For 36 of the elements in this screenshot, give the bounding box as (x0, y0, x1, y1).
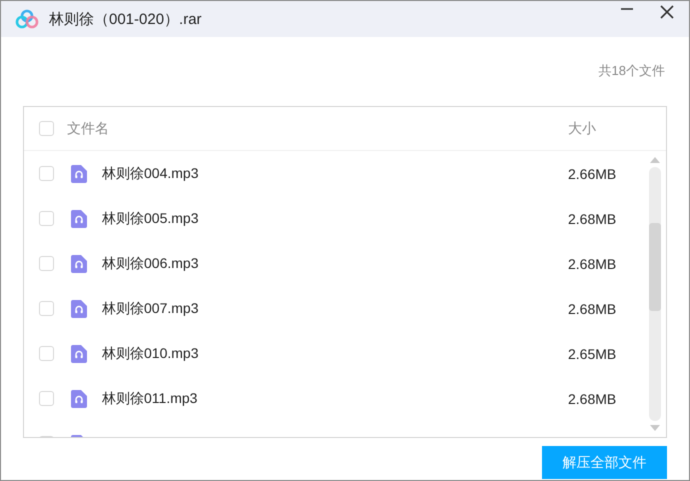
scroll-down-icon[interactable] (650, 425, 660, 431)
column-header: 文件名 (67, 120, 109, 138)
file-count: 共18个文件 (598, 62, 666, 80)
cloud-logo-icon (15, 9, 39, 29)
audio-file-icon (71, 210, 87, 228)
row-checkbox[interactable] (39, 301, 54, 316)
file-name: 林则徐006.mp3 (102, 254, 198, 272)
audio-file-icon (71, 300, 87, 318)
file-name: 林则徐004.mp3 (102, 164, 198, 182)
row-checkbox[interactable] (39, 391, 54, 406)
row-checkbox[interactable] (39, 166, 54, 181)
column-header: 大小 (568, 120, 597, 138)
file-size: 2.68MB (568, 390, 618, 406)
audio-file-icon (71, 254, 87, 272)
scroll-up-icon[interactable] (650, 157, 660, 163)
select-all-checkbox[interactable] (39, 121, 54, 136)
file-size: 2.65MB (568, 346, 618, 362)
audio-file-icon (71, 390, 87, 408)
window-title: 林则徐（001-020）.rar (49, 10, 202, 28)
close-icon (660, 5, 674, 19)
file-size: 2.68MB (568, 210, 618, 226)
audio-file-icon (71, 164, 87, 182)
scrollbar-thumb[interactable] (649, 223, 661, 311)
file-size: 2.66MB (568, 166, 618, 182)
minimize-icon (621, 8, 633, 10)
audio-file-icon (71, 344, 87, 362)
file-name: 林则徐007.mp3 (102, 300, 198, 318)
row-checkbox[interactable] (39, 256, 54, 271)
file-name: 林则徐011.mp3 (102, 390, 198, 408)
file-name: 林则徐005.mp3 (102, 210, 198, 228)
extract-all-button[interactable]: 解压全部文件 (542, 446, 667, 479)
row-checkbox[interactable] (39, 211, 54, 226)
row-checkbox[interactable] (39, 346, 54, 361)
file-name: 林则徐010.mp3 (102, 344, 198, 362)
file-size: 2.68MB (568, 300, 618, 316)
file-size: 2.68MB (568, 256, 618, 272)
